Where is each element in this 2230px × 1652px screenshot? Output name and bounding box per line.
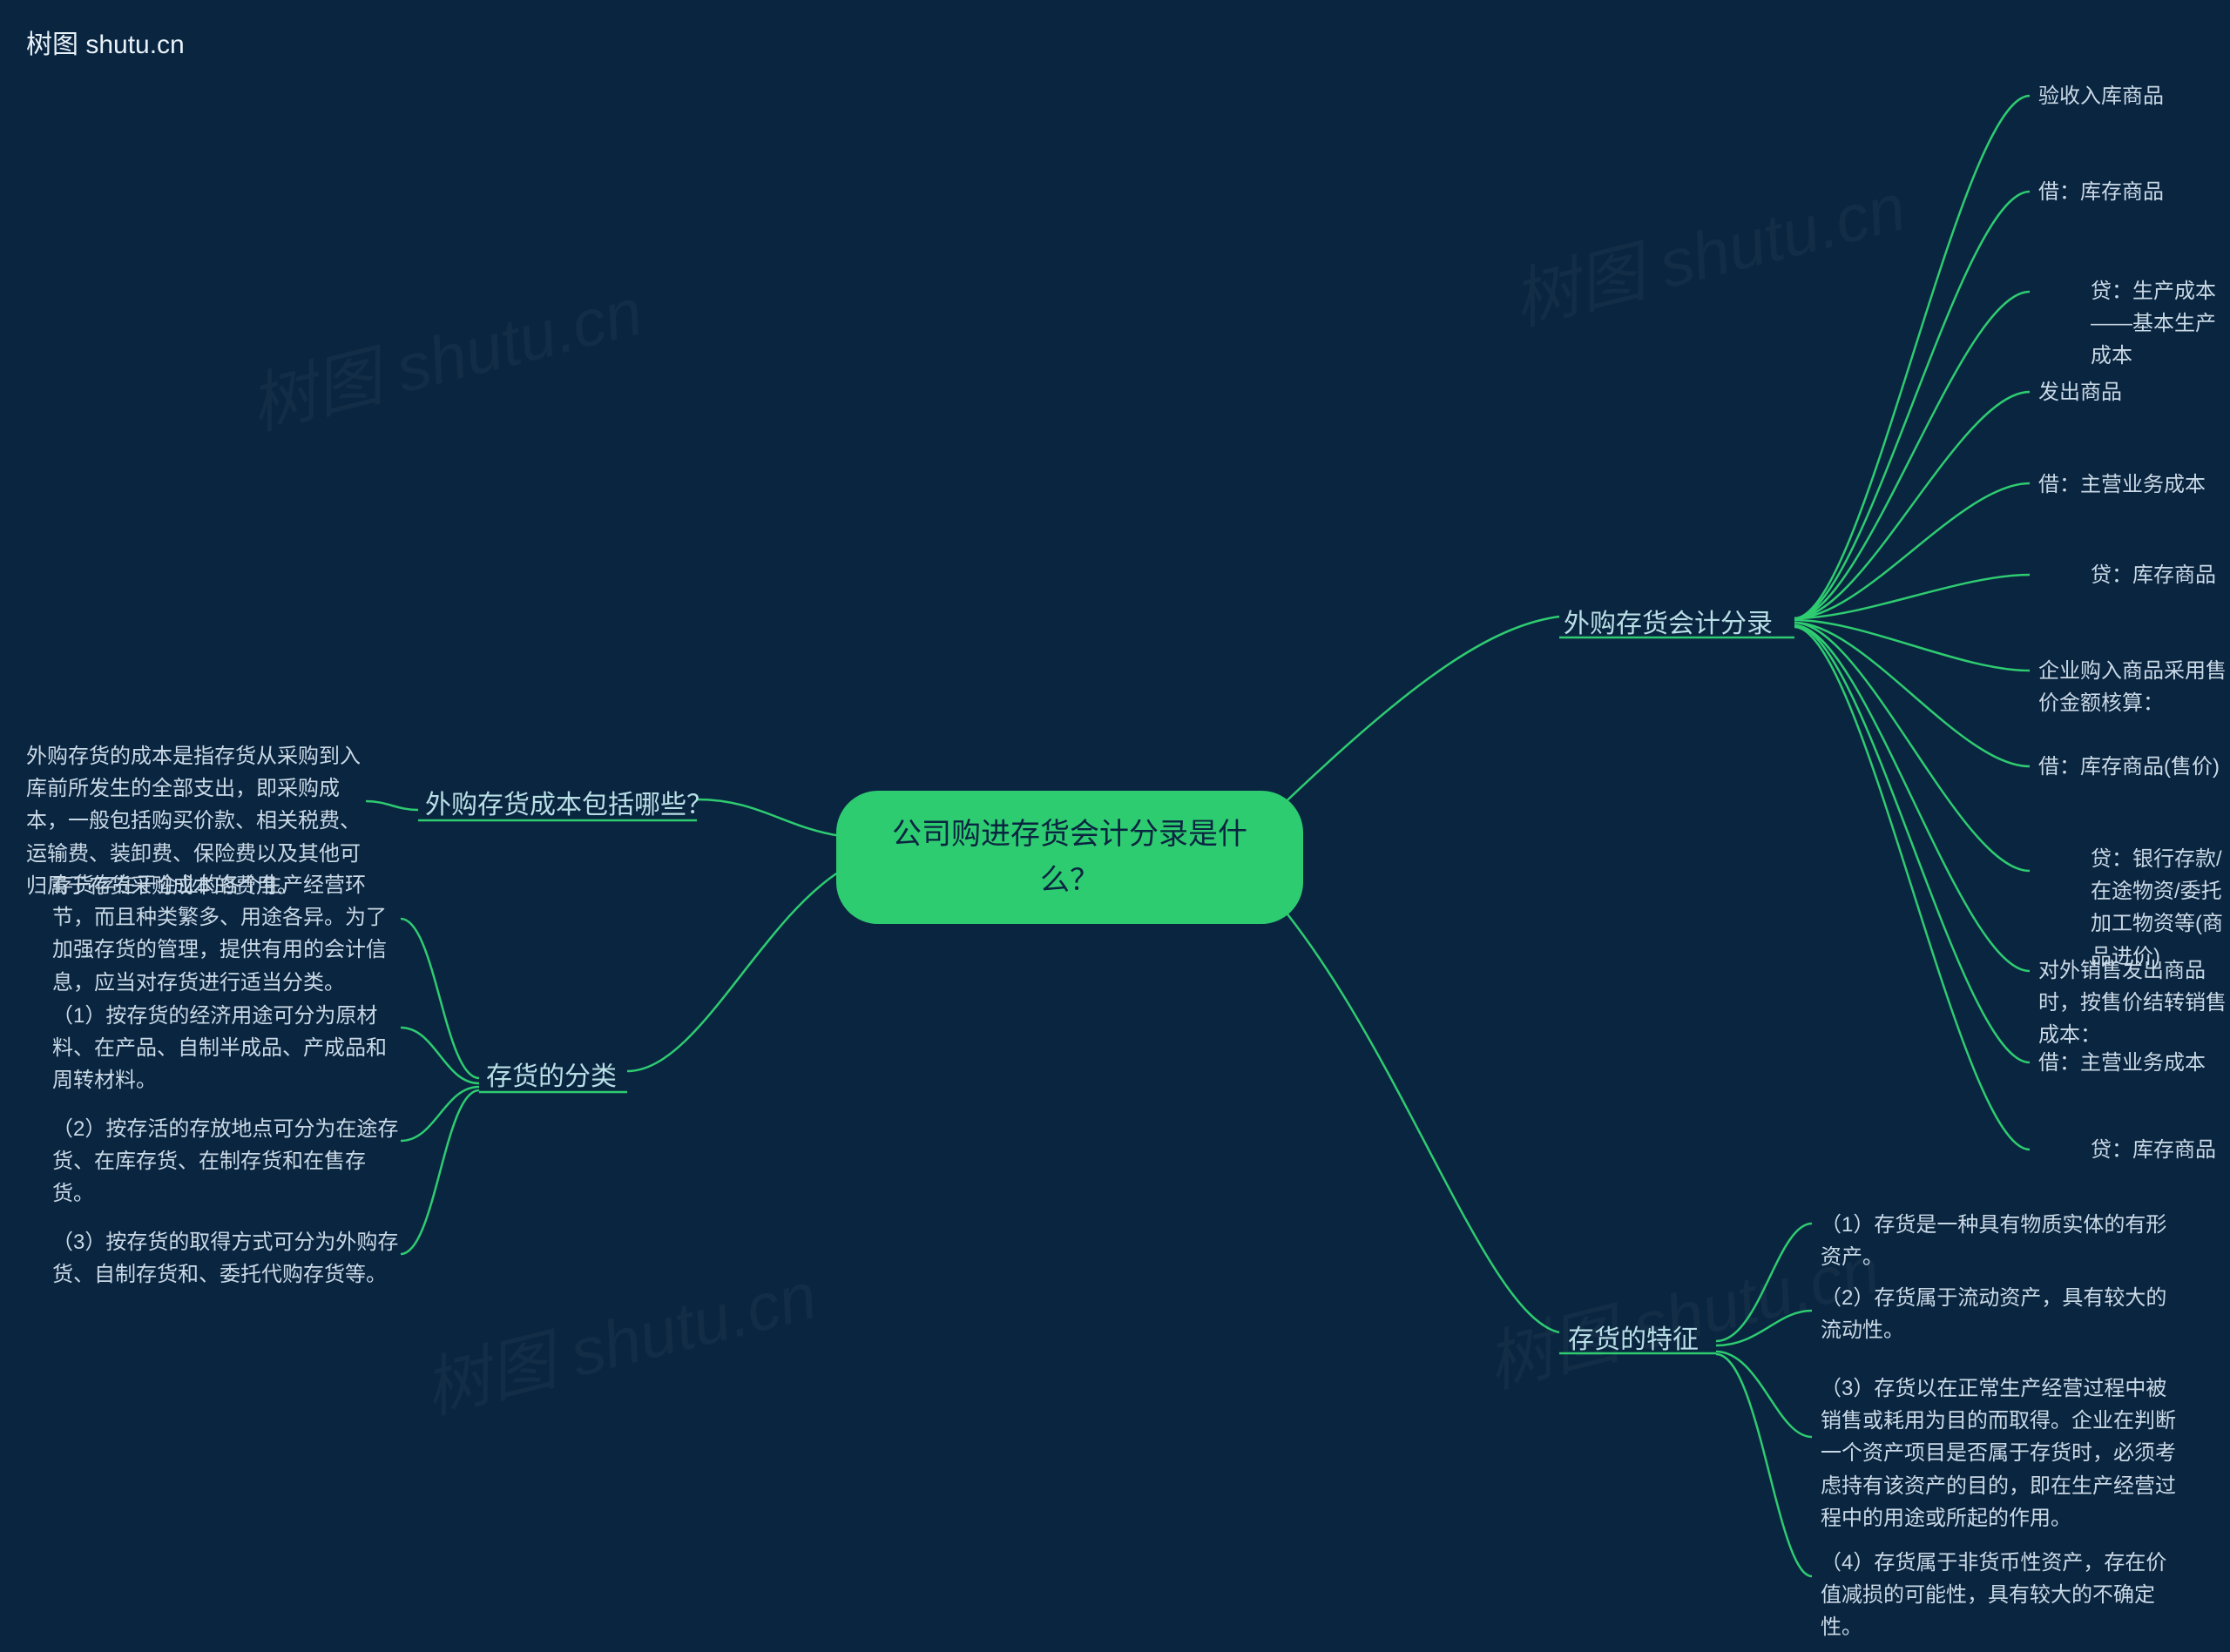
leaf-b1-11[interactable]: 贷：库存商品 (2038, 1134, 2216, 1166)
center-topic[interactable]: 公司购进存货会计分录是什么？ (836, 791, 1303, 924)
watermark: 树图 shutu.cn (239, 258, 651, 448)
center-topic-text: 公司购进存货会计分录是什么？ (892, 818, 1247, 897)
leaf-b2-0[interactable]: （1）存货是一种具有物质实体的有形资产。 (1821, 1209, 2186, 1273)
mindmap-canvas: 树图 shutu.cn 树图 shutu.cn 树图 shutu.cn 树图 s… (0, 0, 2230, 1652)
leaf-b4-2[interactable]: （2）按存活的存放地点可分为在途存货、在库存货、在制存货和在售存货。 (52, 1113, 401, 1210)
leaf-b1-7[interactable]: 借：库存商品(售价) (2038, 751, 2220, 783)
leaf-b2-2[interactable]: （3）存货以在正常生产经营过程中被销售或耗用为目的而取得。企业在判断一个资产项目… (1821, 1372, 2186, 1534)
leaf-b1-1[interactable]: 借：库存商品 (2038, 176, 2164, 208)
leaf-b4-0[interactable]: 存货存在于企业的各个生产经营环节，而且种类繁多、用途各异。为了加强存货的管理，提… (52, 869, 401, 999)
leaf-b1-8[interactable]: 贷：银行存款/在途物资/委托加工物资等(商品进价) (2038, 843, 2230, 973)
watermark: 树图 shutu.cn (413, 1242, 825, 1432)
leaf-b1-2[interactable]: 贷：生产成本——基本生产成本 (2038, 275, 2230, 373)
leaf-b2-3[interactable]: （4）存货属于非货币性资产，存在价值减损的可能性，具有较大的不确定性。 (1821, 1547, 2186, 1644)
leaf-b1-4[interactable]: 借：主营业务成本 (2038, 469, 2206, 501)
branch-b4[interactable]: 存货的分类 (486, 1057, 617, 1098)
branch-b1[interactable]: 外购存货会计分录 (1564, 604, 1773, 645)
leaf-b4-3[interactable]: （3）按存货的取得方式可分为外购存货、自制存货和、委托代购存货等。 (52, 1226, 401, 1291)
corner-label: 树图 shutu.cn (26, 23, 185, 61)
leaf-b1-10[interactable]: 借：主营业务成本 (2038, 1047, 2206, 1079)
leaf-b1-3[interactable]: 发出商品 (2038, 376, 2122, 408)
branch-b3[interactable]: 外购存货成本包括哪些？ (425, 786, 713, 826)
leaf-b1-9[interactable]: 对外销售发出商品时，按售价结转销售成本： (2038, 954, 2230, 1052)
leaf-b4-1[interactable]: （1）按存货的经济用途可分为原材料、在产品、自制半成品、产成品和周转材料。 (52, 1000, 401, 1097)
leaf-b1-0[interactable]: 验收入库商品 (2038, 80, 2164, 112)
branch-b2[interactable]: 存货的特征 (1568, 1320, 1699, 1361)
leaf-b2-1[interactable]: （2）存货属于流动资产，具有较大的流动性。 (1821, 1282, 2186, 1346)
watermark: 树图 shutu.cn (1502, 153, 1914, 343)
leaf-b1-6[interactable]: 企业购入商品采用售价金额核算： (2038, 655, 2230, 719)
leaf-b1-5[interactable]: 贷：库存商品 (2038, 559, 2216, 591)
